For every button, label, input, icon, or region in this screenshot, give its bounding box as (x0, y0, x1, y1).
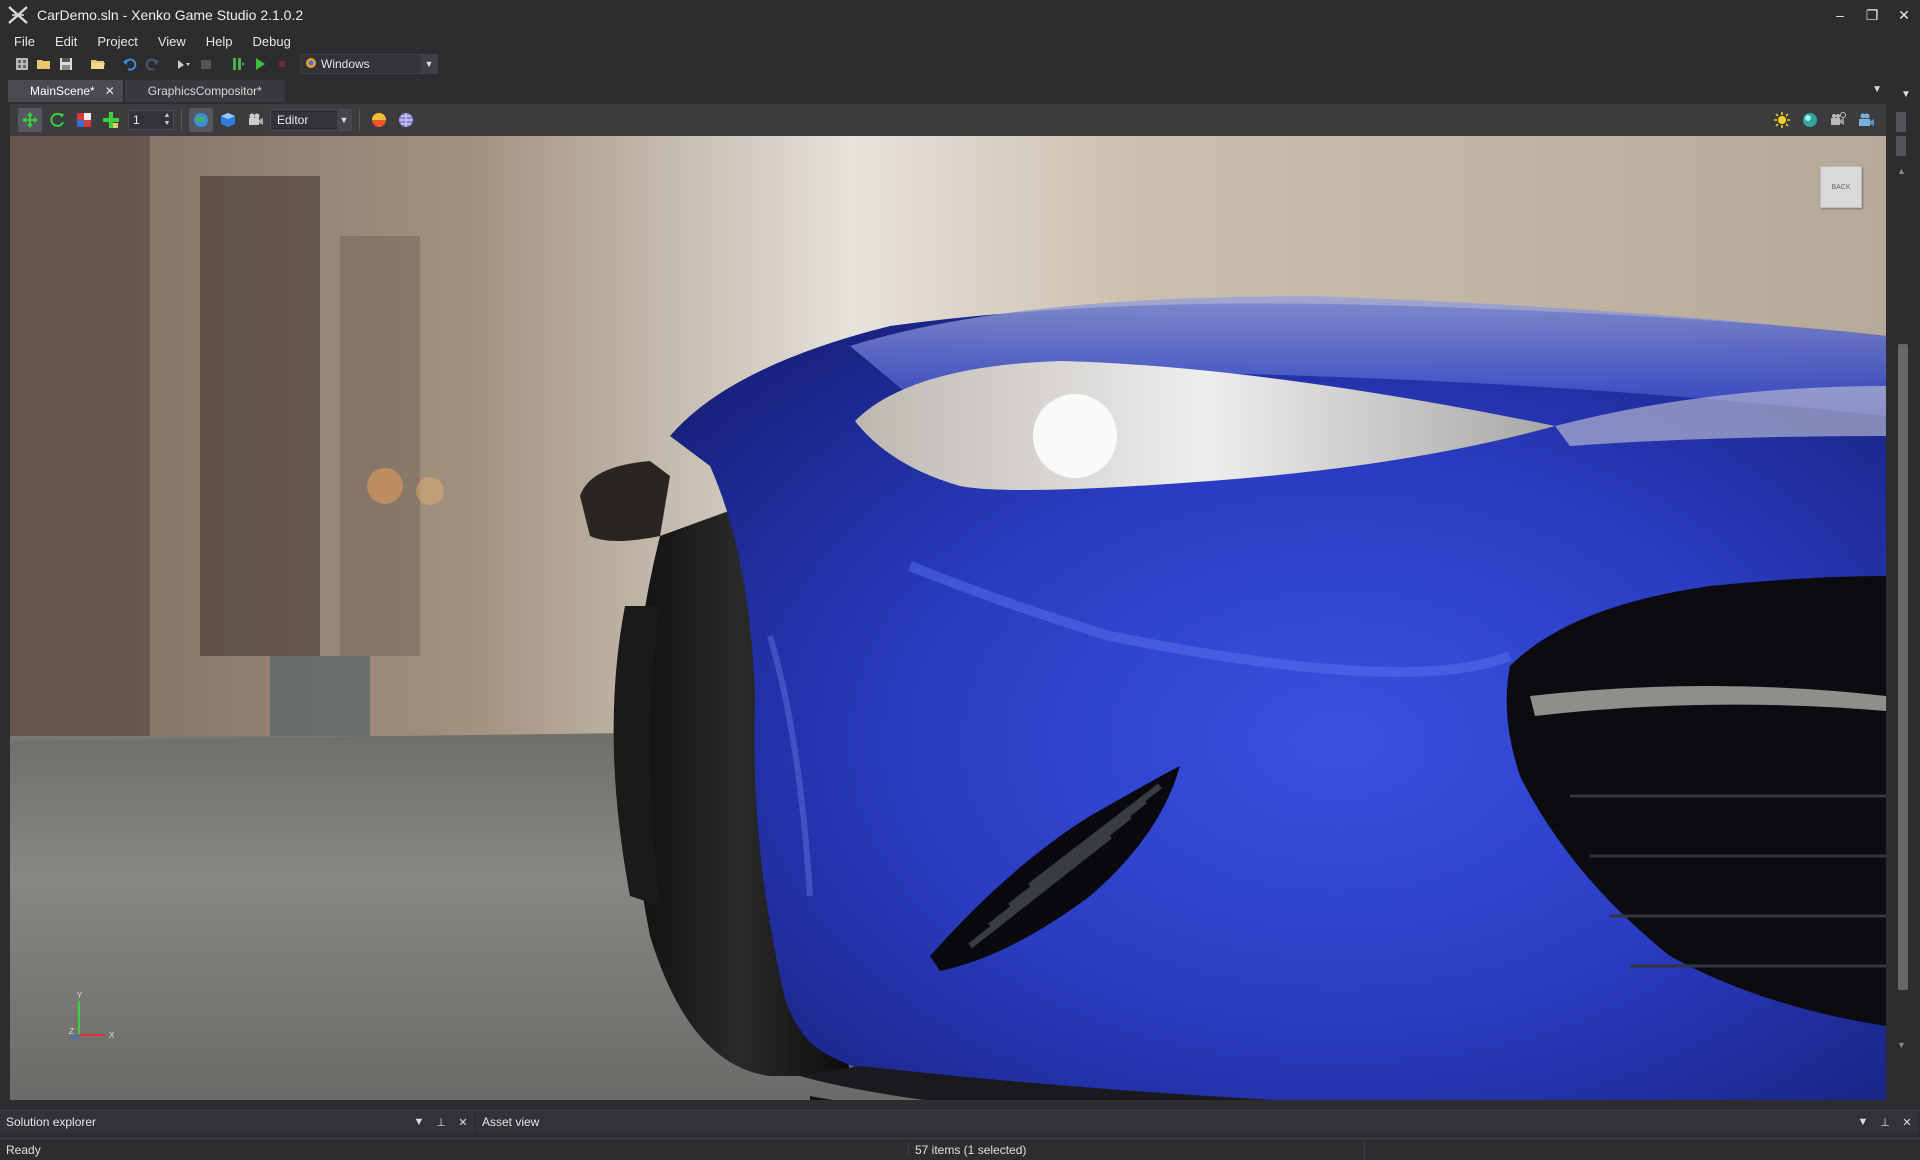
close-icon[interactable]: ✕ (105, 84, 115, 98)
run-icon[interactable] (250, 54, 270, 74)
scroll-down-icon[interactable]: ▼ (1897, 1040, 1906, 1050)
pin-icon[interactable]: ⊥ (430, 1116, 452, 1129)
world-space-icon[interactable] (189, 108, 213, 132)
translate-icon[interactable] (18, 108, 42, 132)
scene-viewport[interactable]: BACK Y X Z (10, 136, 1886, 1100)
panel-title: Asset view (482, 1115, 540, 1129)
new-project-icon[interactable] (12, 54, 32, 74)
nav-cube[interactable]: BACK (1820, 166, 1862, 208)
panel-title: Solution explorer (6, 1115, 97, 1129)
scrollbar-thumb[interactable] (1898, 344, 1908, 990)
build-icon[interactable] (196, 54, 216, 74)
tabs-overflow-icon[interactable]: ▼ (1872, 84, 1882, 95)
axis-gizmo-icon (70, 1001, 105, 1040)
menu-view[interactable]: View (148, 34, 196, 49)
solution-explorer-panel[interactable]: Solution explorer ▼ ⊥ ✕ (0, 1111, 476, 1133)
open-icon[interactable] (34, 54, 54, 74)
main-toolbar: Windows ▼ (0, 52, 1920, 76)
axis-z-label: Z (69, 1027, 74, 1036)
pin-icon[interactable]: ⊥ (1874, 1116, 1896, 1129)
scene-toolbar: 1 ▲ ▼ Editor ▼ (10, 104, 1886, 136)
tab-label: MainScene* (30, 84, 95, 98)
lighting-icon[interactable] (1770, 108, 1794, 132)
build-all-icon[interactable] (228, 54, 248, 74)
stop-icon[interactable] (272, 54, 292, 74)
stepper-arrows-icon[interactable]: ▲ ▼ (161, 112, 173, 128)
tab-main-scene[interactable]: MainScene* ✕ (8, 80, 123, 102)
minimize-button[interactable]: – (1824, 0, 1856, 30)
snap-value-stepper[interactable]: 1 ▲ ▼ (128, 110, 174, 130)
axis-y-label: Y (77, 991, 83, 1000)
chevron-down-icon: ▼ (421, 55, 437, 73)
menu-edit[interactable]: Edit (45, 34, 87, 49)
open-folder-icon[interactable] (88, 54, 108, 74)
undo-icon[interactable] (120, 54, 140, 74)
snap-icon[interactable] (99, 108, 123, 132)
windows-icon (305, 57, 317, 72)
camera-mode-select[interactable]: Editor ▼ (270, 109, 352, 131)
menu-file[interactable]: File (4, 34, 45, 49)
axis-gizmo: Y X Z (65, 991, 125, 1051)
camera-space-icon[interactable] (243, 108, 267, 132)
menu-debug[interactable]: Debug (243, 34, 301, 49)
scroll-up-icon[interactable]: ▲ (1897, 166, 1906, 176)
close-icon[interactable]: ✕ (452, 1116, 474, 1129)
restore-button[interactable]: ❐ (1856, 0, 1888, 30)
chevron-down-icon[interactable]: ▼ (408, 1116, 430, 1128)
window-title: CarDemo.sln - Xenko Game Studio 2.1.0.2 (37, 7, 304, 23)
menu-help[interactable]: Help (196, 34, 243, 49)
save-icon[interactable] (56, 54, 76, 74)
redo-icon[interactable] (142, 54, 162, 74)
car-render (10, 136, 1886, 1100)
menu-project[interactable]: Project (87, 34, 147, 49)
close-icon[interactable]: ✕ (1896, 1116, 1918, 1129)
status-bar: Ready 57 items (1 selected) (0, 1138, 1920, 1160)
axis-x-label: X (109, 1031, 115, 1040)
rendering-mode-icon[interactable] (367, 108, 391, 132)
snap-value: 1 (133, 113, 140, 127)
close-button[interactable]: ✕ (1888, 0, 1920, 30)
material-icon[interactable] (1798, 108, 1822, 132)
tab-graphics-compositor[interactable]: GraphicsCompositor* (124, 80, 285, 102)
camera-preview-icon[interactable] (1854, 108, 1878, 132)
vertical-scrollbar[interactable]: ▲ ▼ (1892, 104, 1914, 1060)
camera-mode-label: Editor (277, 113, 309, 127)
items-count: 57 items (1 selected) (908, 1142, 1364, 1157)
panel-menu-icon[interactable]: ▼ (1892, 84, 1920, 104)
platform-label: Windows (321, 57, 370, 71)
document-tabs: MainScene* ✕ GraphicsCompositor* ▼ (0, 78, 1920, 102)
scale-icon[interactable] (72, 108, 96, 132)
local-space-icon[interactable] (216, 108, 240, 132)
rotate-icon[interactable] (45, 108, 69, 132)
asset-view-panel[interactable]: Asset view ▼ ⊥ ✕ (476, 1111, 1920, 1133)
chevron-down-icon: ▼ (337, 110, 351, 130)
package-icon[interactable] (174, 54, 194, 74)
nav-cube-label: BACK (1831, 183, 1851, 191)
xenko-logo-icon (7, 4, 29, 26)
tab-label: GraphicsCompositor* (147, 84, 262, 98)
chevron-down-icon[interactable]: ▼ (1852, 1116, 1874, 1128)
status-text: Ready (6, 1142, 41, 1157)
platform-select[interactable]: Windows ▼ (300, 54, 438, 74)
grid-icon[interactable] (394, 108, 418, 132)
menu-bar: File Edit Project View Help Debug (0, 30, 1920, 52)
camera-gizmo-icon[interactable] (1826, 108, 1850, 132)
title-bar: CarDemo.sln - Xenko Game Studio 2.1.0.2 … (0, 0, 1920, 30)
bottom-panels: Solution explorer ▼ ⊥ ✕ Asset view ▼ ⊥ ✕ (0, 1110, 1920, 1133)
